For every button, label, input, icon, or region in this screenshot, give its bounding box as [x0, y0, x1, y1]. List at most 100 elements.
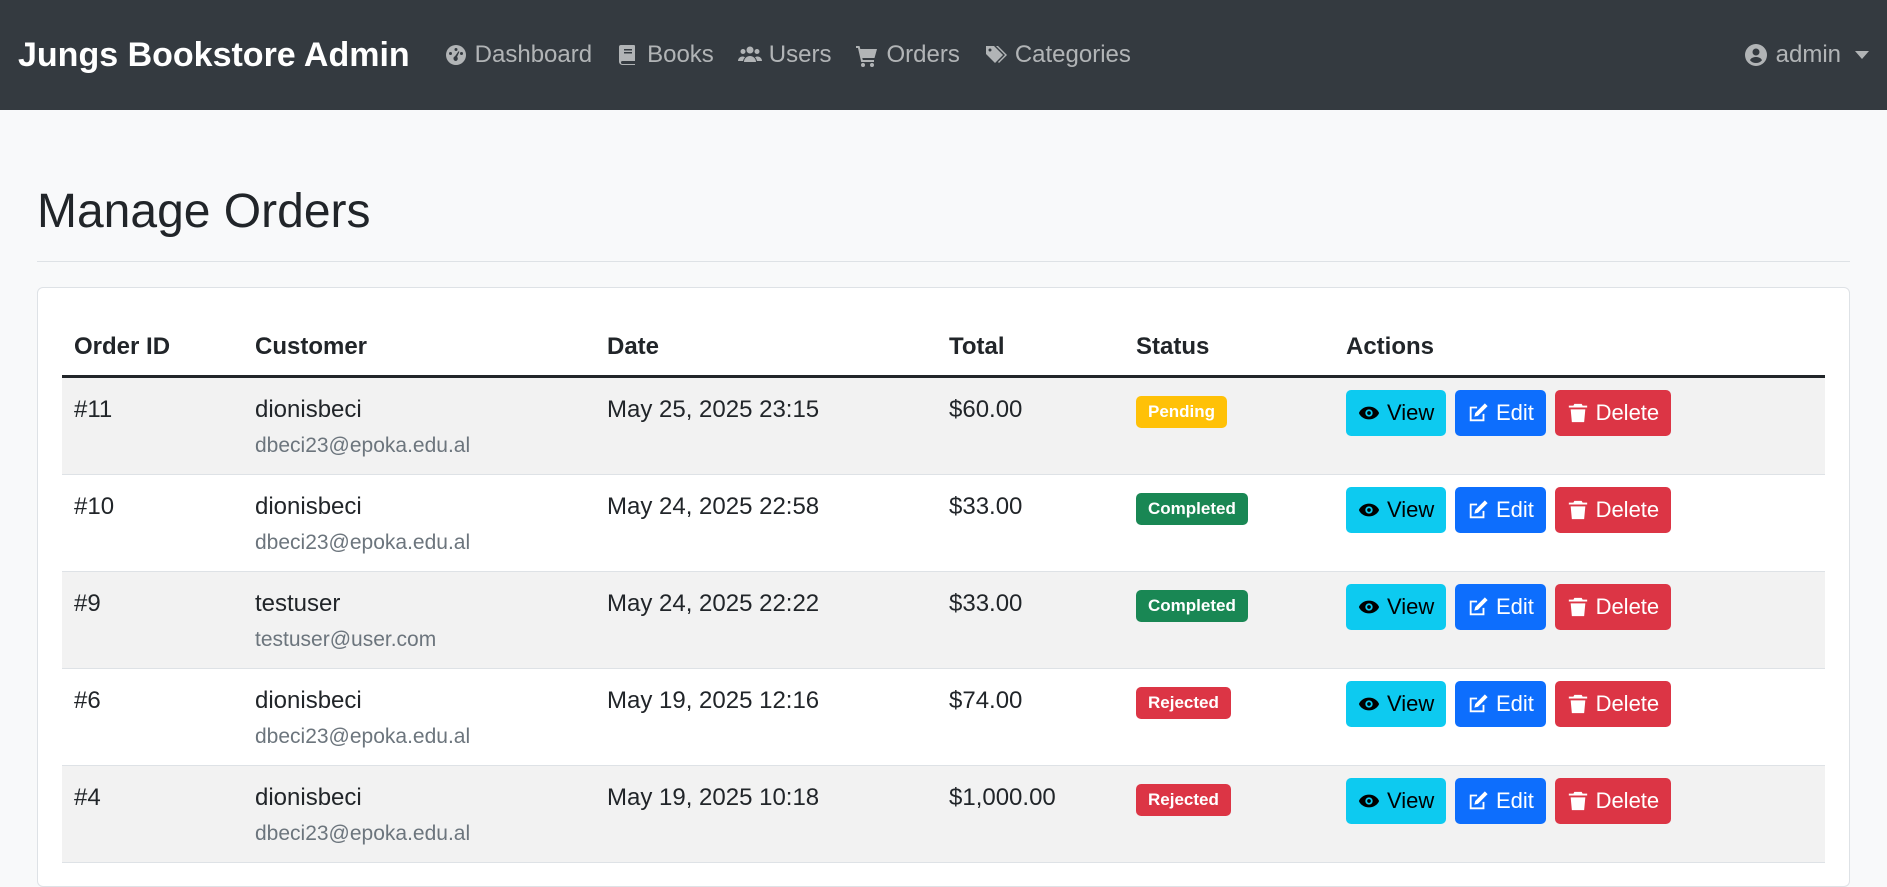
edit-button-label: Edit: [1495, 496, 1534, 522]
edit-icon: [1469, 694, 1488, 713]
edit-button-label: Edit: [1495, 787, 1534, 813]
user-name: admin: [1775, 41, 1841, 68]
actions-cell: View Edit Delete: [1334, 474, 1825, 572]
status-badge: Rejected: [1136, 686, 1231, 719]
nav-item-users[interactable]: Users: [737, 41, 832, 69]
trash-icon: [1568, 597, 1587, 616]
customer-email: testuser@user.com: [255, 627, 437, 651]
nav-item-label: Dashboard: [474, 41, 593, 68]
edit-button[interactable]: Edit: [1454, 680, 1546, 727]
edit-button[interactable]: Edit: [1454, 486, 1546, 533]
brand-title[interactable]: Jungs Bookstore Admin: [18, 36, 410, 75]
nav-item-dashboard[interactable]: Dashboard: [444, 41, 592, 69]
view-button[interactable]: View: [1346, 486, 1447, 533]
tags-icon: [985, 46, 1007, 63]
table-header-row: Order ID Customer Date Total Status Acti…: [62, 312, 1825, 378]
delete-button[interactable]: Delete: [1554, 389, 1672, 436]
view-button-label: View: [1387, 399, 1435, 425]
status-cell: Completed: [1124, 571, 1334, 669]
table-row: #11 dionisbeci dbeci23@epoka.edu.al May …: [62, 376, 1825, 475]
edit-icon: [1469, 791, 1488, 810]
customer-name: dionisbeci: [255, 395, 362, 423]
status-cell: Completed: [1124, 474, 1334, 572]
delete-button-label: Delete: [1595, 496, 1660, 522]
status-cell: Rejected: [1124, 668, 1334, 766]
column-header-customer: Customer: [243, 312, 595, 378]
edit-button-label: Edit: [1495, 593, 1534, 619]
delete-button-label: Delete: [1595, 787, 1660, 813]
customer-cell: dionisbeci dbeci23@epoka.edu.al: [243, 765, 595, 863]
delete-button[interactable]: Delete: [1554, 777, 1672, 824]
actions-cell: View Edit Delete: [1334, 571, 1825, 669]
order-total: $33.00: [937, 474, 1124, 572]
customer-name: dionisbeci: [255, 686, 362, 714]
main-content: Manage Orders Order ID Customer Date Tot…: [0, 110, 1887, 887]
view-button[interactable]: View: [1346, 389, 1447, 436]
customer-email: dbeci23@epoka.edu.al: [255, 530, 471, 554]
order-id: #6: [62, 668, 243, 766]
actions-cell: View Edit Delete: [1334, 376, 1825, 475]
status-badge: Completed: [1136, 589, 1248, 622]
delete-button[interactable]: Delete: [1554, 583, 1672, 630]
edit-button[interactable]: Edit: [1454, 389, 1546, 436]
delete-button[interactable]: Delete: [1554, 486, 1672, 533]
status-badge: Rejected: [1136, 783, 1231, 816]
users-icon: [737, 46, 762, 62]
edit-icon: [1469, 403, 1488, 422]
view-button-label: View: [1387, 690, 1435, 716]
customer-email: dbeci23@epoka.edu.al: [255, 724, 471, 748]
view-button[interactable]: View: [1346, 777, 1447, 824]
trash-icon: [1568, 694, 1587, 713]
eye-icon: [1358, 697, 1380, 711]
orders-table: Order ID Customer Date Total Status Acti…: [62, 312, 1825, 863]
table-row: #10 dionisbeci dbeci23@epoka.edu.al May …: [62, 474, 1825, 572]
order-date: May 19, 2025 10:18: [595, 765, 937, 863]
status-badge: Pending: [1136, 395, 1228, 428]
nav-item-categories[interactable]: Categories: [984, 41, 1131, 69]
delete-button[interactable]: Delete: [1554, 680, 1672, 727]
eye-icon: [1358, 503, 1380, 517]
customer-cell: testuser testuser@user.com: [243, 571, 595, 669]
view-button[interactable]: View: [1346, 680, 1447, 727]
order-id: #4: [62, 765, 243, 863]
table-row: #9 testuser testuser@user.com May 24, 20…: [62, 571, 1825, 669]
trash-icon: [1568, 791, 1587, 810]
nav-item-books[interactable]: Books: [616, 41, 714, 69]
orders-card: Order ID Customer Date Total Status Acti…: [37, 286, 1850, 887]
edit-button[interactable]: Edit: [1454, 583, 1546, 630]
nav-links: Dashboard Books Users Orders Categories: [444, 41, 1155, 69]
customer-email: dbeci23@epoka.edu.al: [255, 821, 471, 845]
customer-cell: dionisbeci dbeci23@epoka.edu.al: [243, 668, 595, 766]
nav-item-label: Orders: [886, 41, 960, 68]
customer-cell: dionisbeci dbeci23@epoka.edu.al: [243, 474, 595, 572]
book-icon: [619, 45, 636, 65]
customer-name: dionisbeci: [255, 783, 362, 811]
eye-icon: [1358, 794, 1380, 808]
column-header-status: Status: [1124, 312, 1334, 378]
customer-email: dbeci23@epoka.edu.al: [255, 433, 471, 457]
nav-item-orders[interactable]: Orders: [855, 41, 960, 69]
customer-name: dionisbeci: [255, 492, 362, 520]
user-dropdown[interactable]: admin: [1744, 0, 1869, 110]
status-cell: Pending: [1124, 376, 1334, 475]
edit-icon: [1469, 500, 1488, 519]
order-total: $33.00: [937, 571, 1124, 669]
eye-icon: [1358, 600, 1380, 614]
delete-button-label: Delete: [1595, 399, 1660, 425]
order-date: May 24, 2025 22:22: [595, 571, 937, 669]
view-button[interactable]: View: [1346, 583, 1447, 630]
column-header-actions: Actions: [1334, 312, 1825, 378]
nav-item-label: Users: [768, 41, 832, 68]
order-id: #10: [62, 474, 243, 572]
table-row: #4 dionisbeci dbeci23@epoka.edu.al May 1…: [62, 765, 1825, 863]
dashboard-icon: [445, 45, 466, 65]
delete-button-label: Delete: [1595, 593, 1660, 619]
edit-button[interactable]: Edit: [1454, 777, 1546, 824]
orders-table-body: #11 dionisbeci dbeci23@epoka.edu.al May …: [62, 376, 1825, 863]
delete-button-label: Delete: [1595, 690, 1660, 716]
customer-name: testuser: [255, 589, 341, 617]
column-header-date: Date: [595, 312, 937, 378]
eye-icon: [1358, 406, 1380, 420]
order-id: #9: [62, 571, 243, 669]
table-row: #6 dionisbeci dbeci23@epoka.edu.al May 1…: [62, 668, 1825, 766]
